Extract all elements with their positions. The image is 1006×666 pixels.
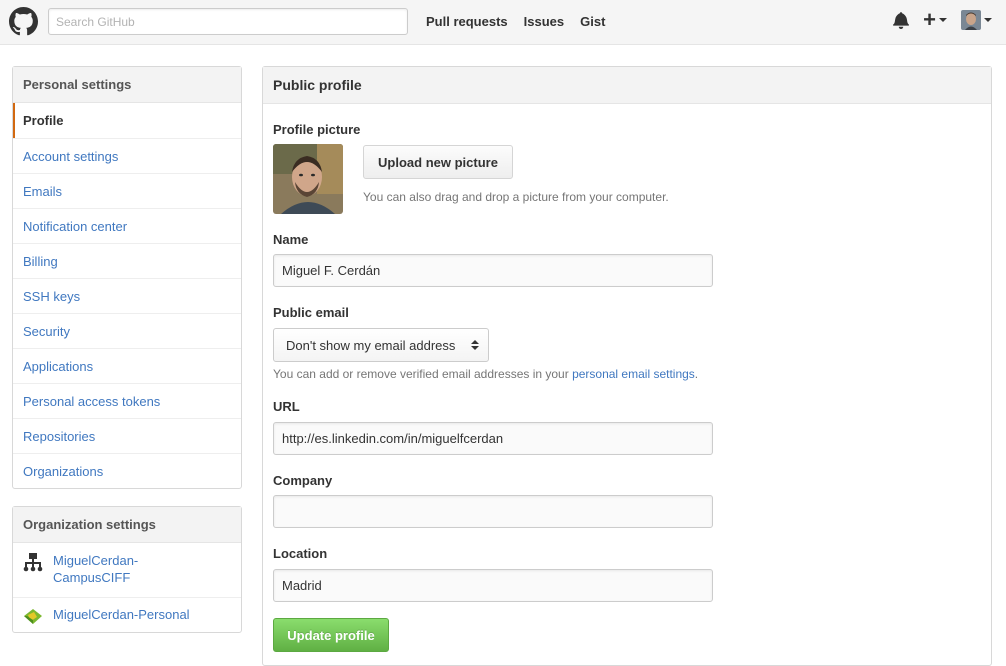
create-new-dropdown[interactable]: +: [923, 9, 947, 31]
plus-icon: +: [923, 7, 936, 32]
sidebar-item-security[interactable]: Security: [13, 313, 241, 348]
personal-email-settings-link[interactable]: personal email settings: [572, 367, 695, 381]
sidebar-item-organizations[interactable]: Organizations: [13, 453, 241, 488]
organization-settings-heading: Organization settings: [13, 507, 241, 543]
org-label-personal: MiguelCerdan-Personal: [53, 607, 190, 622]
url-field[interactable]: [273, 422, 713, 455]
sidebar-item-repositories[interactable]: Repositories: [13, 418, 241, 453]
public-email-select[interactable]: Don't show my email address: [273, 328, 489, 362]
org-item-campusciff[interactable]: MiguelCerdan-CampusCIFF: [13, 543, 241, 597]
update-profile-button[interactable]: Update profile: [273, 618, 389, 652]
user-menu-dropdown[interactable]: [961, 10, 992, 30]
profile-picture-label: Profile picture: [273, 122, 361, 137]
public-email-selected: Don't show my email address: [286, 337, 456, 353]
bell-icon[interactable]: [893, 11, 910, 29]
email-note-suffix: .: [694, 367, 699, 381]
sidebar-item-emails[interactable]: Emails: [13, 173, 241, 208]
personal-settings-heading: Personal settings: [13, 67, 241, 103]
org-item-personal[interactable]: MiguelCerdan-Personal: [13, 597, 241, 632]
email-note-text: You can add or remove verified email add…: [273, 367, 569, 381]
select-arrows-icon: [471, 340, 479, 350]
sidebar-item-account-settings[interactable]: Account settings: [13, 138, 241, 173]
profile-picture: [273, 144, 343, 214]
org-label-campusciff: MiguelCerdan-CampusCIFF: [53, 553, 139, 585]
company-label: Company: [273, 473, 333, 488]
sidebar-item-profile[interactable]: Profile: [13, 103, 241, 138]
chevron-down-icon: [939, 18, 947, 22]
company-field[interactable]: [273, 495, 713, 528]
url-label: URL: [273, 399, 300, 414]
page-title: Public profile: [263, 67, 991, 104]
email-note: You can add or remove verified email add…: [273, 367, 698, 381]
top-nav: Pull requests Issues Gist: [426, 14, 621, 29]
sidebar-item-applications[interactable]: Applications: [13, 348, 241, 383]
search-input[interactable]: [48, 8, 408, 35]
name-label: Name: [273, 232, 309, 247]
location-label: Location: [273, 546, 328, 561]
personal-settings-menu: Personal settings Profile Account settin…: [12, 66, 242, 489]
nav-issues[interactable]: Issues: [524, 14, 564, 29]
sidebar-item-ssh-keys[interactable]: SSH keys: [13, 278, 241, 313]
nav-pull-requests[interactable]: Pull requests: [426, 14, 508, 29]
name-field[interactable]: [273, 254, 713, 287]
org-tree-icon: [23, 553, 43, 572]
chevron-down-icon: [984, 18, 992, 22]
sidebar-item-notification-center[interactable]: Notification center: [13, 208, 241, 243]
public-profile-panel: Public profile Profile picture Upload ne…: [262, 66, 992, 666]
organization-settings-menu: Organization settings MiguelCerdan-Campu…: [12, 506, 242, 633]
top-header: Pull requests Issues Gist +: [0, 0, 1006, 45]
upload-note: You can also drag and drop a picture fro…: [363, 190, 669, 204]
public-email-label: Public email: [273, 305, 349, 320]
header-actions: +: [893, 9, 992, 31]
upload-new-picture-button[interactable]: Upload new picture: [363, 145, 513, 179]
github-logo-icon[interactable]: [9, 7, 38, 36]
sidebar-item-billing[interactable]: Billing: [13, 243, 241, 278]
nav-gist[interactable]: Gist: [580, 14, 605, 29]
org-avatar-icon: [24, 609, 42, 624]
sidebar-item-personal-access-tokens[interactable]: Personal access tokens: [13, 383, 241, 418]
location-field[interactable]: [273, 569, 713, 602]
avatar: [961, 10, 981, 30]
